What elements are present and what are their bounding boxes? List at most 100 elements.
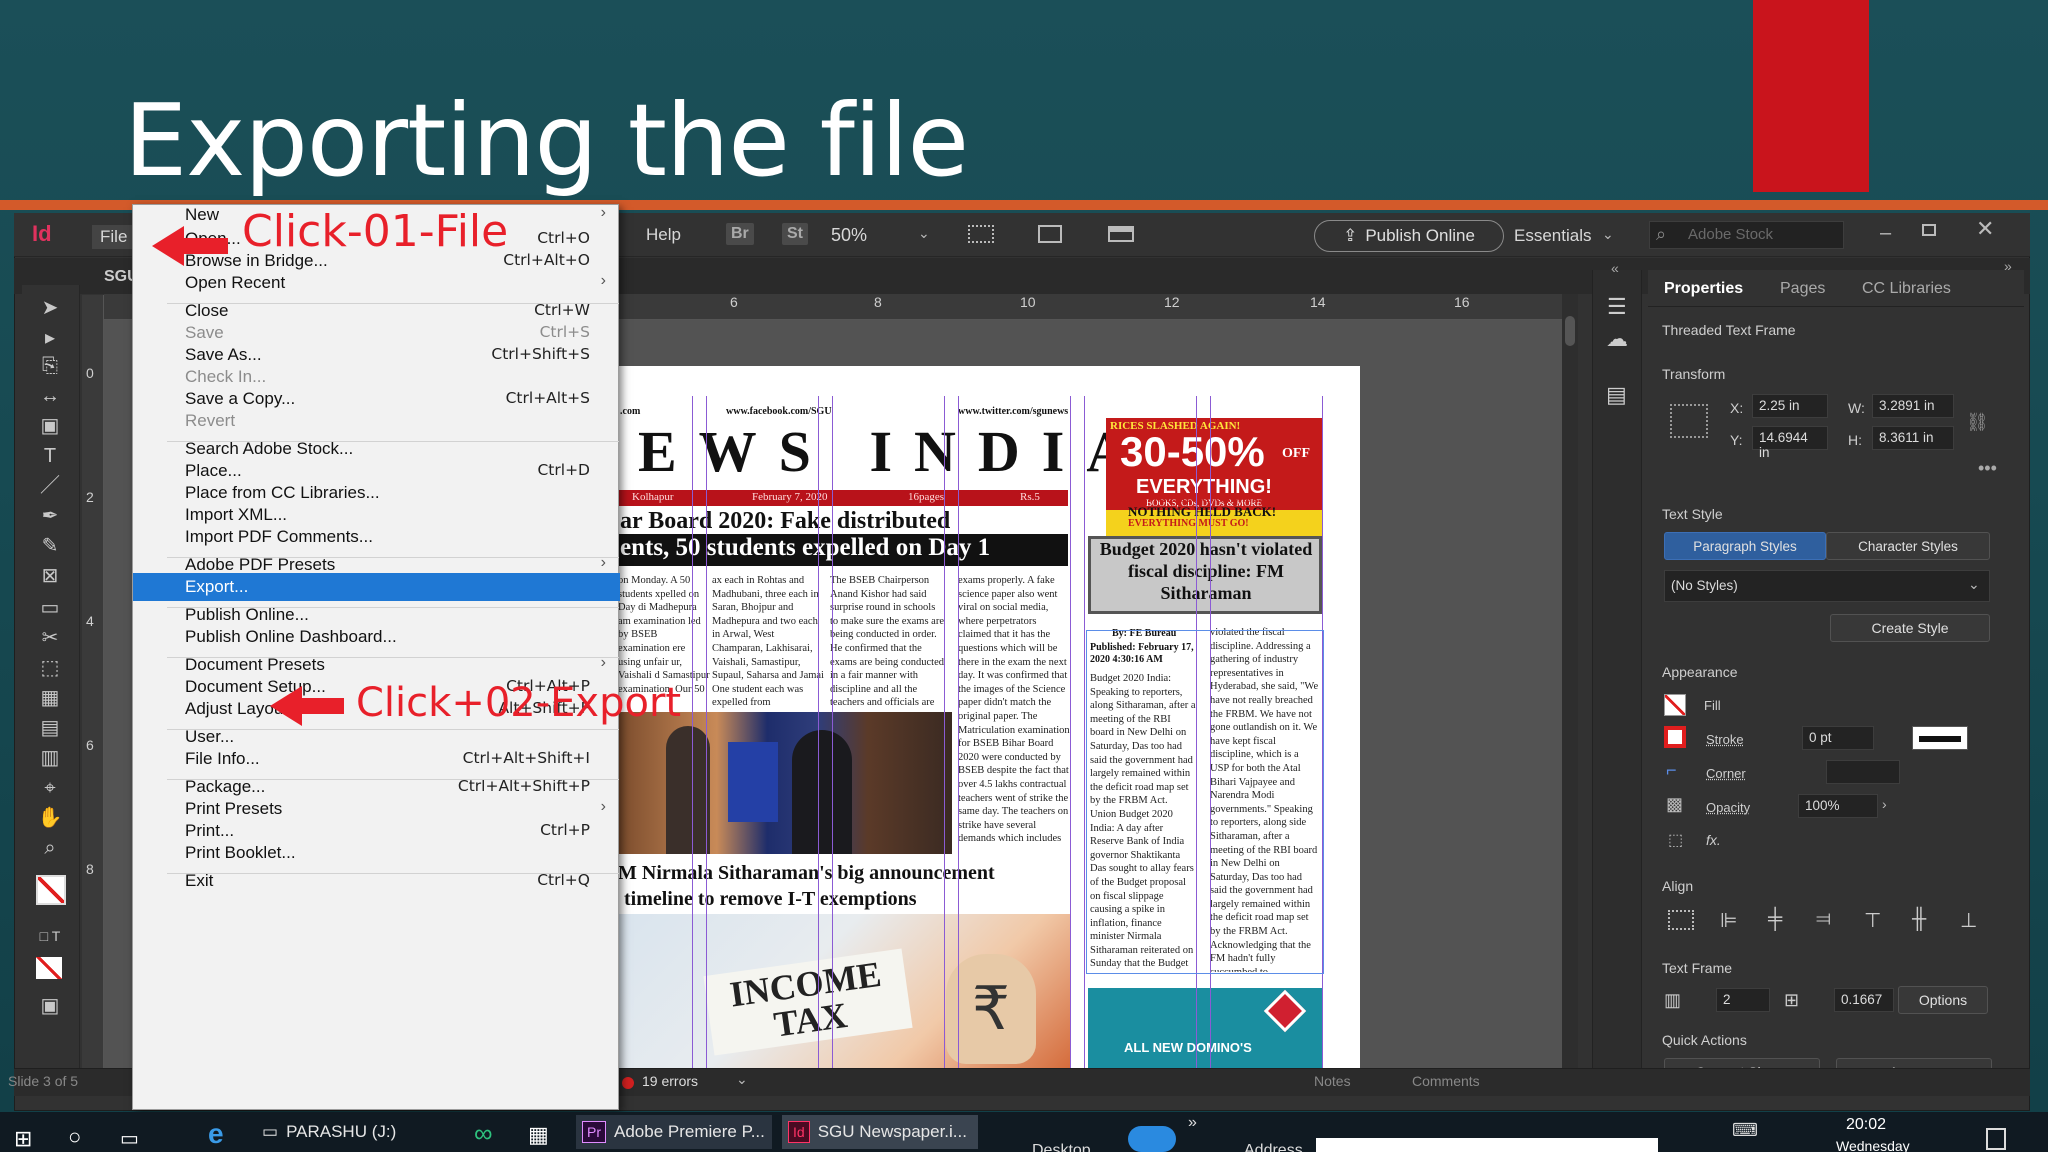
fx-button[interactable]: fx. <box>1706 832 1721 848</box>
align-center-icon[interactable]: ╪ <box>1768 908 1782 931</box>
edge-browser-icon[interactable]: e <box>208 1118 224 1150</box>
more-options-icon[interactable]: ••• <box>1978 458 1997 479</box>
screen-mode-icon[interactable] <box>1038 225 1062 243</box>
reference-point-icon[interactable] <box>1670 404 1708 438</box>
file-menu-item[interactable]: Publish Online Dashboard... <box>133 623 620 651</box>
y-position-field[interactable]: 14.6944 in <box>1752 426 1828 460</box>
taskbar-address-input[interactable] <box>1316 1138 1658 1152</box>
store-icon[interactable]: ▦ <box>528 1122 549 1148</box>
create-style-button[interactable]: Create Style <box>1830 614 1990 642</box>
formatting-affects-icon[interactable]: □ T <box>36 925 64 947</box>
file-menu-item[interactable]: File Info... Ctrl+Alt+Shift+I <box>133 745 620 773</box>
preflight-errors[interactable]: 19 errors <box>642 1073 698 1089</box>
chevron-down-icon[interactable]: ⌄ <box>1968 576 1980 593</box>
eyedropper-tool-icon[interactable]: ⌖ <box>36 777 64 799</box>
adobe-stock-search-input[interactable]: Adobe Stock <box>1649 221 1844 249</box>
width-field[interactable]: 3.2891 in <box>1872 394 1954 418</box>
tab-properties[interactable]: Properties <box>1664 280 1743 298</box>
taskbar-item-indesign[interactable]: Id SGU Newspaper.i... <box>782 1115 978 1149</box>
style-dropdown[interactable]: (No Styles) <box>1664 570 1990 602</box>
search-icon[interactable]: ○ <box>68 1124 81 1150</box>
zoom-tool-icon[interactable]: ⌕ <box>36 837 64 859</box>
chevron-down-icon[interactable]: ⌄ <box>736 1071 748 1088</box>
note-tool-icon[interactable]: ▥ <box>36 747 64 769</box>
free-transform-tool-icon[interactable]: ⬚ <box>36 657 64 679</box>
file-menu-item[interactable]: Export... <box>133 573 620 601</box>
align-left-icon[interactable]: ⊫ <box>1720 908 1737 933</box>
rectangle-tool-icon[interactable]: ▭ <box>36 597 64 619</box>
menu-help[interactable]: Help <box>646 225 681 245</box>
collapse-panels-icon[interactable]: « <box>1611 260 1619 276</box>
align-to-selection-icon[interactable] <box>1668 910 1694 930</box>
paragraph-styles-tab[interactable]: Paragraph Styles <box>1664 532 1826 560</box>
file-menu-item[interactable]: Exit Ctrl+Q <box>133 867 620 895</box>
scrollbar-thumb[interactable] <box>1565 316 1575 346</box>
selected-frame-outline[interactable] <box>1086 630 1324 974</box>
constrain-proportions-icon[interactable]: ⛓ <box>1966 412 1989 433</box>
align-bottom-icon[interactable]: ⊥ <box>1960 908 1977 933</box>
minimize-icon[interactable]: – <box>1880 222 1891 245</box>
tab-pages[interactable]: Pages <box>1780 280 1825 298</box>
opacity-label[interactable]: Opacity <box>1706 800 1750 815</box>
publish-online-button[interactable]: ⇪ Publish Online <box>1314 220 1504 252</box>
close-icon[interactable]: ✕ <box>1976 216 1994 242</box>
page-tool-icon[interactable]: ⎘ <box>36 355 64 377</box>
layers-panel-icon[interactable]: ☰ <box>1607 294 1627 320</box>
workspace-switcher[interactable]: Essentials <box>1514 226 1591 246</box>
x-position-field[interactable]: 2.25 in <box>1752 394 1828 418</box>
cc-libraries-icon[interactable]: ☁ <box>1606 326 1628 352</box>
onedrive-icon[interactable] <box>1128 1126 1176 1152</box>
align-top-icon[interactable]: ⊤ <box>1864 908 1881 933</box>
notifications-icon[interactable] <box>1986 1128 2006 1150</box>
height-field[interactable]: 8.3611 in <box>1872 426 1954 450</box>
taskbar-desktop-label[interactable]: Desktop <box>1032 1142 1091 1152</box>
stroke-swatch-icon[interactable] <box>1664 726 1686 748</box>
file-menu-item[interactable]: Open Recent › <box>133 269 620 297</box>
gutter-field[interactable]: 0.1667 <box>1834 988 1894 1012</box>
direct-selection-tool-icon[interactable]: ▸ <box>36 327 64 349</box>
taskbar-item-premiere[interactable]: Pr Adobe Premiere P... <box>576 1115 772 1149</box>
overflow-icon[interactable]: » <box>1188 1114 1197 1132</box>
stroke-label[interactable]: Stroke <box>1706 732 1744 747</box>
opacity-field[interactable]: 100% <box>1798 794 1878 818</box>
bridge-button[interactable]: Br <box>726 223 754 245</box>
character-styles-tab[interactable]: Character Styles <box>1826 532 1990 560</box>
chevron-down-icon[interactable]: ⌄ <box>918 225 930 242</box>
content-collector-icon[interactable]: ▣ <box>36 415 64 437</box>
infinity-app-icon[interactable]: ∞ <box>474 1118 493 1149</box>
apply-none-icon[interactable] <box>36 957 62 979</box>
fill-stroke-swatch-icon[interactable] <box>36 875 66 905</box>
comments-button[interactable]: Comments <box>1412 1073 1480 1089</box>
maximize-icon[interactable] <box>1922 224 1936 236</box>
windows-start-icon[interactable]: ⊞ <box>14 1126 32 1152</box>
arrange-documents-icon[interactable] <box>1108 226 1134 242</box>
stroke-type-swatch[interactable] <box>1912 726 1968 750</box>
gradient-tool-icon[interactable]: ▦ <box>36 687 64 709</box>
clock-time[interactable]: 20:02 <box>1846 1116 1886 1134</box>
view-options-icon[interactable] <box>968 225 994 243</box>
type-tool-icon[interactable]: T <box>36 445 64 467</box>
columns-field[interactable]: 2 <box>1716 988 1770 1012</box>
text-frame-options-button[interactable]: Options <box>1898 986 1988 1014</box>
align-right-icon[interactable]: ⫤ <box>1816 908 1831 931</box>
gradient-feather-tool-icon[interactable]: ▤ <box>36 717 64 739</box>
task-view-icon[interactable]: ▭ <box>120 1126 139 1151</box>
hand-tool-icon[interactable]: ✋ <box>36 807 64 829</box>
scissors-tool-icon[interactable]: ✂ <box>36 627 64 649</box>
pen-tool-icon[interactable]: ✒ <box>36 505 64 527</box>
corner-size-field[interactable] <box>1826 760 1900 784</box>
file-menu-item[interactable]: Import PDF Comments... <box>133 523 620 551</box>
vertical-scrollbar[interactable] <box>1562 294 1578 1074</box>
stroke-weight-field[interactable]: 0 pt <box>1802 726 1874 750</box>
file-menu-item[interactable]: Print Booklet... <box>133 839 620 867</box>
comments-panel-icon[interactable]: ▤ <box>1606 382 1627 408</box>
chevron-right-icon[interactable]: › <box>1882 796 1887 812</box>
selection-tool-icon[interactable]: ➤ <box>36 297 64 319</box>
menu-file[interactable]: File <box>92 225 136 249</box>
corner-label[interactable]: Corner <box>1706 766 1746 781</box>
zoom-level[interactable]: 50% <box>831 225 867 246</box>
network-icon[interactable]: ⌨ <box>1732 1120 1758 1141</box>
screen-mode-tool-icon[interactable]: ▣ <box>36 995 64 1017</box>
fill-swatch-icon[interactable] <box>1664 694 1686 716</box>
collapse-dock-icon[interactable]: » <box>2004 258 2012 274</box>
